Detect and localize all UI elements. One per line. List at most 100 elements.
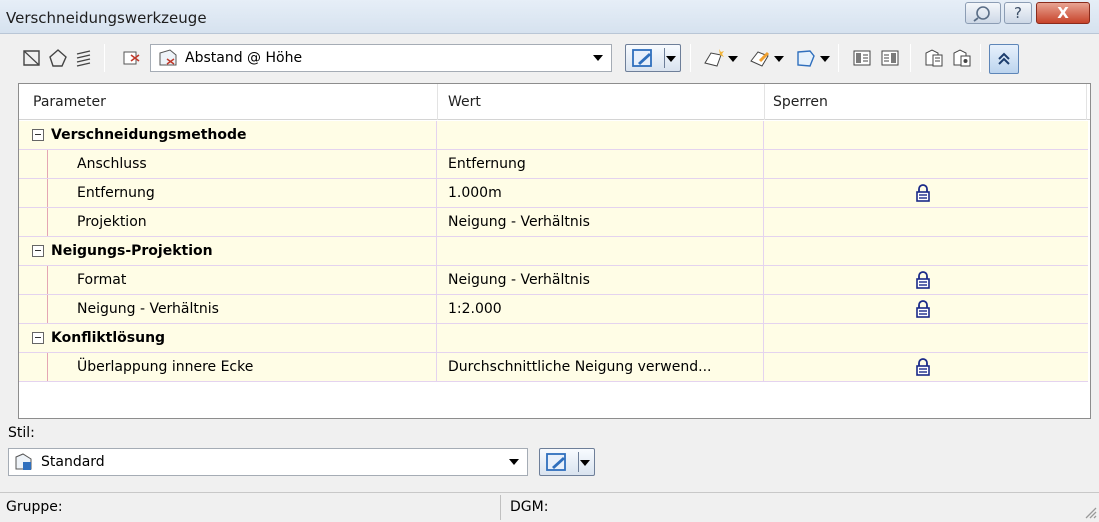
- value-cell: [438, 324, 764, 352]
- pin-icon: [973, 6, 990, 22]
- lock-cell[interactable]: [765, 208, 1090, 236]
- criteria-combo-value: Abstand @ Höhe: [185, 50, 303, 66]
- value-cell[interactable]: Entfernung: [438, 150, 764, 178]
- category-label: Neigungs-Projektion: [19, 237, 437, 265]
- edit-criteria-splitbutton[interactable]: [625, 44, 681, 72]
- toolbar: Abstand @ Höhe: [0, 36, 1099, 78]
- layers-icon: [76, 50, 91, 67]
- value-cell[interactable]: 1.000m: [438, 179, 764, 207]
- property-grid: Parameter Wert Sperren Verschneidungsmet…: [18, 83, 1091, 419]
- parameter-label: Neigung - Verhältnis: [19, 295, 437, 323]
- collapse-panel-button[interactable]: [989, 44, 1019, 74]
- parameter-label: Format: [19, 266, 437, 294]
- criteria-set-icon: [159, 49, 177, 66]
- property-row[interactable]: Überlappung innere Ecke Durchschnittliche…: [19, 353, 1090, 382]
- lock-cell: [765, 121, 1090, 149]
- edit-style-splitbutton[interactable]: [539, 448, 595, 476]
- grading-icon: [49, 49, 67, 67]
- category-row[interactable]: Neigungs-Projektion: [19, 237, 1090, 266]
- lock-cell[interactable]: [765, 266, 1090, 294]
- criteria-combo[interactable]: Abstand @ Höhe: [150, 44, 612, 72]
- lock-cell[interactable]: [765, 295, 1090, 323]
- value-cell[interactable]: Durchschnittliche Neigung verwend...: [438, 353, 764, 381]
- style-label: Stil:: [8, 425, 35, 441]
- lock-cell[interactable]: [765, 353, 1090, 381]
- column-header-parameter[interactable]: Parameter: [33, 94, 106, 110]
- chevron-down-icon: [666, 56, 676, 62]
- lock-icon[interactable]: [915, 184, 931, 202]
- column-header-sperren[interactable]: Sperren: [773, 94, 828, 110]
- window-title: Verschneidungswerkzeuge: [6, 9, 207, 27]
- category-label: Konfliktlösung: [19, 324, 437, 352]
- category-row[interactable]: Konfliktlösung: [19, 324, 1090, 353]
- status-group-label: Gruppe:: [6, 499, 63, 515]
- pin-button[interactable]: [965, 2, 1001, 24]
- status-bar: Gruppe: DGM:: [0, 492, 1099, 521]
- select-feature-line-button[interactable]: [20, 46, 44, 70]
- create-grading-button[interactable]: [702, 46, 726, 70]
- chevron-down-icon[interactable]: [820, 56, 830, 62]
- close-button[interactable]: X: [1036, 2, 1090, 24]
- chevron-down-icon: [580, 460, 590, 466]
- lock-cell[interactable]: [765, 150, 1090, 178]
- edit-grading-icon: [750, 51, 770, 67]
- feature-line-icon: [23, 50, 40, 66]
- chevron-down-icon[interactable]: [774, 56, 784, 62]
- grading-editor-button[interactable]: [850, 46, 874, 70]
- title-bar: Verschneidungswerkzeuge ? X: [0, 0, 1099, 34]
- value-cell[interactable]: 1:2.000: [438, 295, 764, 323]
- style-combo-value: Standard: [41, 454, 105, 470]
- grid-header: Parameter Wert Sperren: [19, 84, 1090, 120]
- property-row[interactable]: Anschluss Entfernung: [19, 150, 1090, 179]
- lock-icon[interactable]: [915, 300, 931, 318]
- style-combo[interactable]: Standard: [8, 448, 528, 476]
- parameter-label: Projektion: [19, 208, 437, 236]
- chevron-down-icon: [509, 459, 519, 465]
- select-grading-button[interactable]: [46, 46, 70, 70]
- property-row[interactable]: Projektion Neigung - Verhältnis: [19, 208, 1090, 237]
- criteria-icon: [123, 51, 140, 65]
- close-icon: X: [1057, 4, 1069, 22]
- lock-cell: [765, 237, 1090, 265]
- resize-grip-icon[interactable]: [1081, 503, 1097, 519]
- help-button[interactable]: ?: [1004, 2, 1032, 24]
- create-grading-icon: [704, 49, 724, 67]
- parameter-label: Überlappung innere Ecke: [19, 353, 437, 381]
- value-cell[interactable]: Neigung - Verhältnis: [438, 208, 764, 236]
- category-row[interactable]: Verschneidungsmethode: [19, 121, 1090, 150]
- table-icon: [853, 50, 871, 66]
- table-icon: [881, 50, 899, 66]
- property-row[interactable]: Entfernung 1.000m: [19, 179, 1090, 208]
- property-row[interactable]: Neigung - Verhältnis 1:2.000: [19, 295, 1090, 324]
- chevron-up-double-icon: [998, 52, 1010, 65]
- group-properties-icon: [953, 49, 971, 67]
- lock-cell[interactable]: [765, 179, 1090, 207]
- edit-grading-button[interactable]: [748, 46, 772, 70]
- volume-icon: [797, 50, 815, 67]
- grading-group-properties-button[interactable]: [950, 46, 974, 70]
- lock-icon[interactable]: [915, 271, 931, 289]
- property-row[interactable]: Format Neigung - Verhältnis: [19, 266, 1090, 295]
- value-cell: [438, 121, 764, 149]
- style-icon: [15, 453, 32, 470]
- lock-cell: [765, 324, 1090, 352]
- grading-volume-button[interactable]: [794, 46, 818, 70]
- properties-icon: [925, 49, 943, 67]
- chevron-down-icon: [593, 55, 603, 61]
- column-header-wert[interactable]: Wert: [448, 94, 481, 110]
- value-cell[interactable]: Neigung - Verhältnis: [438, 266, 764, 294]
- parameter-label: Anschluss: [19, 150, 437, 178]
- grading-group-button[interactable]: [72, 46, 96, 70]
- edit-pencil-icon: [546, 453, 566, 471]
- lock-icon[interactable]: [915, 358, 931, 376]
- grading-properties-button[interactable]: [922, 46, 946, 70]
- edit-pencil-icon: [632, 49, 652, 67]
- parameter-label: Entfernung: [19, 179, 437, 207]
- status-dgm-label: DGM:: [510, 499, 549, 515]
- elevation-editor-button[interactable]: [878, 46, 902, 70]
- category-label: Verschneidungsmethode: [19, 121, 437, 149]
- grading-criteria-button[interactable]: [120, 46, 144, 70]
- value-cell: [438, 237, 764, 265]
- help-label: ?: [1014, 4, 1022, 22]
- chevron-down-icon[interactable]: [728, 56, 738, 62]
